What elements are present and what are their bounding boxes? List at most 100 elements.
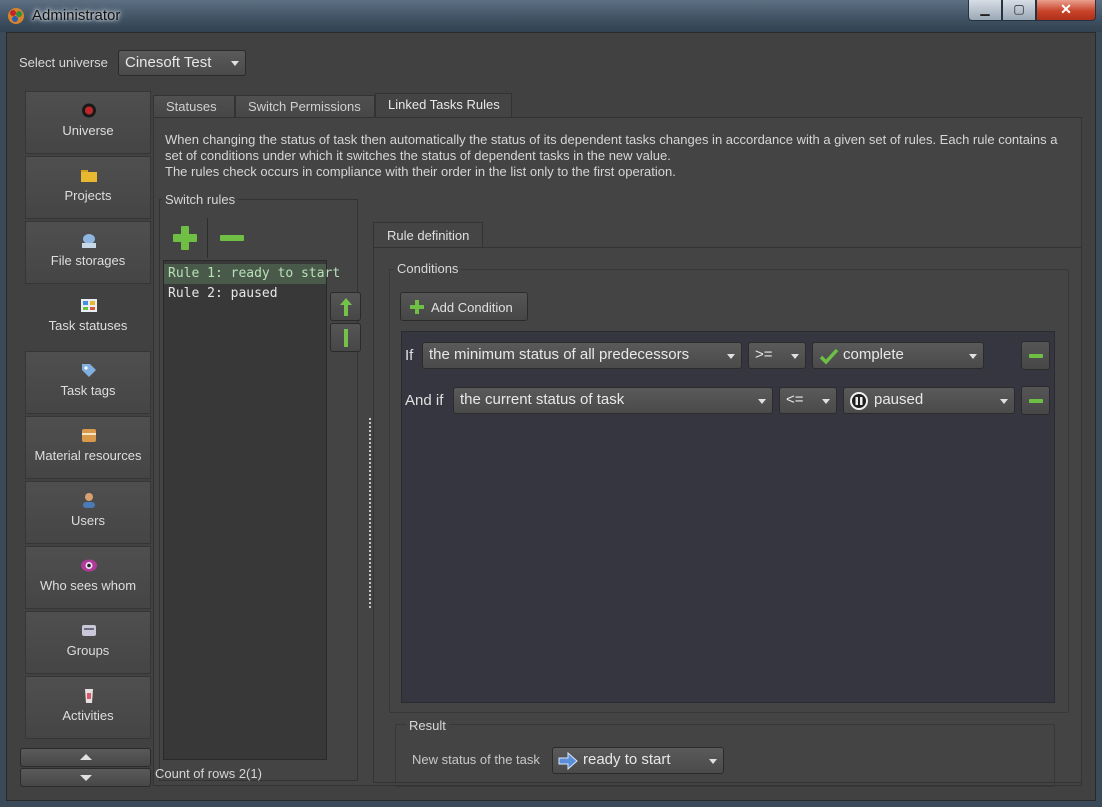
description-body: When changing the status of task then au… bbox=[165, 132, 1058, 179]
condition-subject-select[interactable]: the current status of task bbox=[453, 387, 773, 414]
new-status-select[interactable]: ready to start bbox=[552, 747, 724, 774]
condition-operator-value: >= bbox=[755, 346, 773, 363]
maximize-button[interactable]: ▢ bbox=[1002, 0, 1036, 21]
universe-select[interactable]: Cinesoft Test bbox=[118, 50, 246, 76]
app-logo-icon bbox=[8, 8, 24, 24]
close-button[interactable]: ✕ bbox=[1036, 0, 1096, 21]
condition-prefix: And if bbox=[405, 392, 444, 409]
minimize-button[interactable]: ▁ bbox=[968, 0, 1002, 21]
universe-label: Select universe bbox=[19, 55, 108, 70]
sidebar-item-users[interactable]: Users bbox=[25, 481, 151, 544]
chevron-down-icon bbox=[709, 758, 717, 764]
move-rule-down-button[interactable] bbox=[330, 323, 361, 352]
toolbar-separator bbox=[207, 218, 208, 258]
condition-status-select[interactable]: complete bbox=[812, 342, 984, 369]
chevron-down-icon bbox=[791, 353, 799, 359]
pause-icon bbox=[850, 392, 868, 410]
arrow-down-icon bbox=[343, 329, 348, 347]
switch-rules-label: Switch rules bbox=[162, 192, 239, 207]
linked-tasks-rules-pane: When changing the status of task then au… bbox=[153, 117, 1082, 787]
description-text: When changing the status of task then au… bbox=[165, 132, 1065, 180]
condition-operator-select[interactable]: <= bbox=[779, 387, 837, 414]
sidebar-item-who-sees-whom[interactable]: Who sees whom bbox=[25, 546, 151, 609]
title-bar: Administrator ▁ ▢ ✕ bbox=[0, 0, 1102, 32]
arrow-up-icon bbox=[80, 754, 92, 760]
tab-linked-tasks-rules[interactable]: Linked Tasks Rules bbox=[375, 93, 512, 119]
remove-rule-button[interactable] bbox=[214, 219, 250, 257]
arrow-up-icon bbox=[339, 298, 352, 316]
condition-status-select[interactable]: paused bbox=[843, 387, 1015, 414]
arrow-down-icon bbox=[80, 775, 92, 781]
condition-operator-select[interactable]: >= bbox=[748, 342, 806, 369]
sidebar-item-material-resources[interactable]: Material resources bbox=[25, 416, 151, 479]
splitter-handle[interactable] bbox=[369, 418, 371, 608]
sidebar-item-activities[interactable]: Activities bbox=[25, 676, 151, 739]
rule-list-item[interactable]: Rule 2: paused bbox=[164, 284, 326, 304]
task-status-icon bbox=[81, 299, 97, 312]
chevron-down-icon bbox=[969, 353, 977, 359]
sidebar-scroll-up-button[interactable] bbox=[20, 748, 151, 767]
minus-icon bbox=[1029, 354, 1043, 358]
sidebar-item-label: Material resources bbox=[34, 448, 142, 463]
group-icon bbox=[82, 625, 96, 636]
chevron-down-icon bbox=[1000, 398, 1008, 404]
new-status-label: New status of the task bbox=[412, 752, 540, 767]
rule-list: Rule 1: ready to start Rule 2: paused bbox=[163, 260, 340, 760]
remove-condition-button[interactable] bbox=[1021, 341, 1050, 370]
sidebar-item-label: Task tags bbox=[60, 383, 116, 398]
row-count-label: Count of rows 2(1) bbox=[155, 766, 262, 781]
sidebar-item-file-storages[interactable]: File storages bbox=[25, 221, 151, 284]
condition-status-value: paused bbox=[874, 391, 924, 408]
condition-subject-select[interactable]: the minimum status of all predecessors bbox=[422, 342, 742, 369]
sidebar-item-projects[interactable]: Projects bbox=[25, 156, 151, 219]
conditions-title: Conditions bbox=[394, 261, 462, 276]
result-title: Result bbox=[406, 718, 449, 733]
sidebar-item-universe[interactable]: Universe bbox=[25, 91, 151, 154]
add-condition-label: Add Condition bbox=[431, 300, 513, 315]
sidebar-scroll-down-button[interactable] bbox=[20, 768, 151, 787]
sidebar: Universe Projects File storages Task sta… bbox=[25, 91, 151, 743]
add-rule-button[interactable] bbox=[167, 219, 203, 257]
condition-prefix: If bbox=[405, 347, 414, 364]
tab-rule-definition[interactable]: Rule definition bbox=[373, 222, 484, 248]
chevron-down-icon bbox=[758, 398, 766, 404]
add-condition-button[interactable]: Add Condition bbox=[400, 292, 528, 321]
window-client: Select universe Cinesoft Test Universe P… bbox=[6, 32, 1096, 801]
sidebar-item-label: Projects bbox=[64, 188, 112, 203]
condition-status-value: complete bbox=[843, 346, 904, 363]
user-icon bbox=[83, 493, 95, 508]
sidebar-item-label: Users bbox=[71, 513, 105, 528]
rule-list-item[interactable]: Rule 1: ready to start bbox=[164, 264, 340, 284]
check-icon bbox=[819, 348, 839, 365]
sidebar-item-label: Activities bbox=[62, 708, 114, 723]
file-storage-icon bbox=[82, 234, 96, 248]
chevron-down-icon bbox=[727, 353, 735, 359]
folder-icon bbox=[81, 170, 97, 182]
conditions-area: If the minimum status of all predecessor… bbox=[401, 331, 1055, 703]
sidebar-item-label: Groups bbox=[66, 643, 110, 658]
condition-operator-value: <= bbox=[786, 391, 804, 408]
eye-icon bbox=[81, 559, 97, 572]
chevron-down-icon bbox=[822, 398, 830, 404]
universe-select-value: Cinesoft Test bbox=[125, 54, 212, 71]
minus-icon bbox=[1029, 399, 1043, 403]
sidebar-item-label: Task statuses bbox=[48, 318, 128, 333]
tag-icon bbox=[82, 364, 96, 377]
move-rule-up-button[interactable] bbox=[330, 292, 361, 321]
activity-icon bbox=[85, 689, 93, 703]
sidebar-item-task-statuses[interactable]: Task statuses bbox=[25, 286, 151, 349]
tab-switch-permissions[interactable]: Switch Permissions bbox=[235, 95, 375, 118]
sidebar-item-groups[interactable]: Groups bbox=[25, 611, 151, 674]
sidebar-item-label: File storages bbox=[50, 253, 126, 268]
chevron-down-icon bbox=[231, 61, 239, 66]
condition-subject-value: the minimum status of all predecessors bbox=[429, 346, 690, 363]
window-title: Administrator bbox=[32, 7, 121, 24]
plus-icon bbox=[410, 300, 424, 314]
sidebar-item-label: Who sees whom bbox=[39, 578, 137, 593]
universe-icon bbox=[82, 103, 96, 118]
box-icon bbox=[82, 429, 96, 442]
new-status-value: ready to start bbox=[583, 751, 671, 768]
tab-statuses[interactable]: Statuses bbox=[153, 95, 235, 118]
remove-condition-button[interactable] bbox=[1021, 386, 1050, 415]
sidebar-item-task-tags[interactable]: Task tags bbox=[25, 351, 151, 414]
